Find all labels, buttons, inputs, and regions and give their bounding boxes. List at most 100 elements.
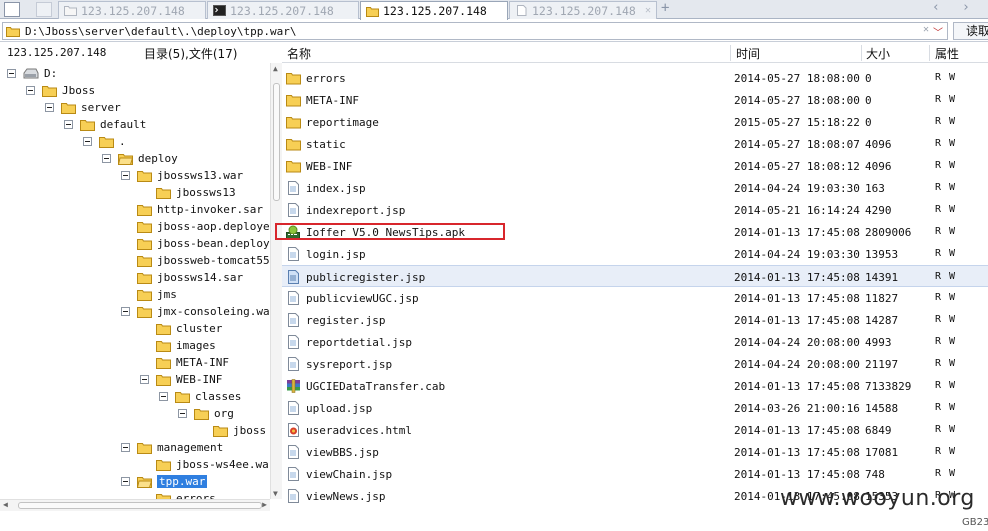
- tree-horizontal-scrollbar[interactable]: ◀ ▶: [0, 499, 270, 511]
- chevron-down-icon[interactable]: ﹀: [933, 24, 943, 39]
- file-row[interactable]: login.jsp 2014-04-24 19:03:30 13953 R W: [282, 243, 988, 265]
- file-row[interactable]: reportimage 2015-05-27 15:18:22 0 R W: [282, 111, 988, 133]
- collapse-icon[interactable]: [121, 443, 130, 452]
- read-button[interactable]: 读取: [953, 22, 988, 40]
- collapse-icon[interactable]: [140, 375, 149, 384]
- file-row[interactable]: reportdetial.jsp 2014-04-24 20:08:00 499…: [282, 331, 988, 353]
- tab-1[interactable]: 123.125.207.148: [58, 1, 206, 19]
- tree-node[interactable]: org: [178, 405, 234, 422]
- tree-node[interactable]: jms: [137, 286, 177, 303]
- clear-icon[interactable]: ✕: [923, 24, 929, 35]
- tree-node[interactable]: jbossws13.war: [121, 167, 243, 184]
- path-input[interactable]: D:\Jboss\server\default\.\deploy\tpp.war…: [2, 22, 948, 40]
- scroll-left-icon[interactable]: ◀: [3, 500, 8, 509]
- scrollbar-thumb[interactable]: [18, 502, 262, 509]
- file-row[interactable]: WEB-INF 2014-05-27 18:08:12 4096 R W: [282, 155, 988, 177]
- tree-node[interactable]: jbossws14.sar: [137, 269, 243, 286]
- chevron-right-icon[interactable]: ›: [962, 0, 970, 15]
- tree-node[interactable]: jmx-consoleing.war: [121, 303, 270, 320]
- file-row[interactable]: publicviewUGC.jsp 2014-01-13 17:45:08 11…: [282, 287, 988, 309]
- tree-node[interactable]: deploy: [102, 150, 178, 167]
- new-tab-icon[interactable]: +: [661, 0, 669, 16]
- collapse-icon[interactable]: [45, 103, 54, 112]
- file-row[interactable]: useradvices.html 2014-01-13 17:45:08 684…: [282, 419, 988, 441]
- tree-node[interactable]: D:: [7, 65, 57, 82]
- tab-2[interactable]: 123.125.207.148: [207, 1, 359, 19]
- tree-node[interactable]: jbossws13: [156, 184, 236, 201]
- folder-icon: [156, 187, 171, 199]
- chevron-left-icon[interactable]: ‹: [932, 0, 940, 15]
- tree-node[interactable]: errors: [156, 490, 216, 499]
- collapse-icon[interactable]: [121, 477, 130, 486]
- collapse-icon[interactable]: [83, 137, 92, 146]
- panel-toggle-icon[interactable]: [4, 2, 20, 17]
- window-icon[interactable]: [36, 2, 52, 17]
- collapse-icon[interactable]: [121, 171, 130, 180]
- collapse-icon[interactable]: [102, 154, 111, 163]
- tree-node[interactable]: management: [121, 439, 223, 456]
- folder-icon: [156, 340, 171, 352]
- file-row[interactable]: META-INF 2014-05-27 18:08:00 0 R W: [282, 89, 988, 111]
- tree-vertical-scrollbar[interactable]: ▲ ▼: [270, 63, 282, 499]
- tree-node[interactable]: jbossweb-tomcat55.s: [137, 252, 270, 269]
- folder-icon: [156, 459, 171, 471]
- column-name[interactable]: 名称: [287, 45, 311, 62]
- tree-node[interactable]: http-invoker.sar: [137, 201, 263, 218]
- tree-node[interactable]: classes: [159, 388, 241, 405]
- file-icon: [288, 401, 299, 415]
- folder-icon: [80, 119, 95, 131]
- tree-node[interactable]: .: [83, 133, 126, 150]
- tree-node[interactable]: WEB-INF: [140, 371, 222, 388]
- file-row-highlighted[interactable]: publicregister.jsp 2014-01-13 17:45:08 1…: [282, 265, 988, 287]
- annotation-highlight-box: [275, 223, 505, 240]
- file-list: errors 2014-05-27 18:08:00 0 R W META-IN…: [282, 67, 988, 511]
- collapse-icon[interactable]: [121, 307, 130, 316]
- collapse-icon[interactable]: [7, 69, 16, 78]
- collapse-icon[interactable]: [64, 120, 73, 129]
- column-time[interactable]: 时间: [736, 45, 760, 62]
- tree-node[interactable]: default: [64, 116, 146, 133]
- directory-tree: D: Jboss server default . deploy jbossws…: [0, 63, 270, 499]
- file-icon: [288, 247, 299, 261]
- collapse-icon[interactable]: [26, 86, 35, 95]
- file-row[interactable]: viewBBS.jsp 2014-01-13 17:45:08 17081 R …: [282, 441, 988, 463]
- file-row[interactable]: index.jsp 2014-04-24 19:03:30 163 R W: [282, 177, 988, 199]
- scroll-down-icon[interactable]: ▼: [273, 489, 278, 498]
- file-row[interactable]: viewChain.jsp 2014-01-13 17:45:08 748 R …: [282, 463, 988, 485]
- column-divider[interactable]: [861, 45, 862, 61]
- tab-4[interactable]: 123.125.207.148 ✕: [509, 1, 657, 19]
- file-row[interactable]: register.jsp 2014-01-13 17:45:08 14287 R…: [282, 309, 988, 331]
- tree-node[interactable]: server: [45, 99, 121, 116]
- scroll-up-icon[interactable]: ▲: [273, 64, 278, 73]
- folder-icon: [286, 73, 301, 85]
- tree-node[interactable]: jboss-aop.deployer: [137, 218, 270, 235]
- tree-node-selected[interactable]: tpp.war: [121, 473, 208, 490]
- tree-node[interactable]: images: [156, 337, 216, 354]
- tree-node[interactable]: jboss-bean.deployer: [137, 235, 270, 252]
- file-row[interactable]: indexreport.jsp 2014-05-21 16:14:24 4290…: [282, 199, 988, 221]
- tree-node[interactable]: cluster: [156, 320, 222, 337]
- tree-node[interactable]: jboss: [213, 422, 266, 439]
- tree-node[interactable]: jboss-ws4ee.war: [156, 456, 270, 473]
- column-divider[interactable]: [929, 45, 930, 61]
- column-divider[interactable]: [730, 45, 731, 61]
- folder-icon: [137, 204, 152, 216]
- file-row[interactable]: errors 2014-05-27 18:08:00 0 R W: [282, 67, 988, 89]
- scroll-right-icon[interactable]: ▶: [262, 500, 267, 509]
- column-attr[interactable]: 属性: [935, 45, 959, 62]
- tree-node[interactable]: Jboss: [26, 82, 95, 99]
- tab-3-active[interactable]: 123.125.207.148: [360, 1, 508, 20]
- file-row[interactable]: sysreport.jsp 2014-04-24 20:08:00 21197 …: [282, 353, 988, 375]
- collapse-icon[interactable]: [178, 409, 187, 418]
- folder-icon: [286, 161, 301, 173]
- tree-node[interactable]: META-INF: [156, 354, 229, 371]
- file-row[interactable]: UGCIEDataTransfer.cab 2014-01-13 17:45:0…: [282, 375, 988, 397]
- server-ip: 123.125.207.148: [7, 46, 107, 59]
- scrollbar-thumb[interactable]: [273, 83, 280, 201]
- folder-icon: [156, 323, 171, 335]
- column-size[interactable]: 大小: [866, 45, 890, 62]
- file-row[interactable]: upload.jsp 2014-03-26 21:00:16 14588 R W: [282, 397, 988, 419]
- file-row[interactable]: static 2014-05-27 18:08:07 4096 R W: [282, 133, 988, 155]
- collapse-icon[interactable]: [159, 392, 168, 401]
- close-icon[interactable]: ✕: [645, 5, 651, 16]
